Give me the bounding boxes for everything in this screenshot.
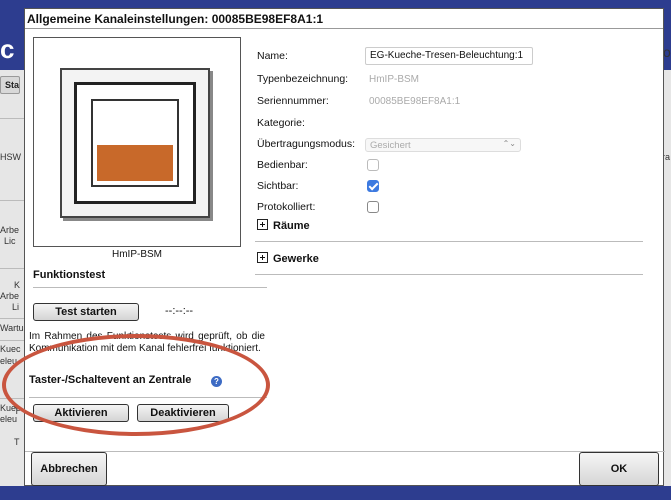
- rooms-label: Räume: [273, 220, 310, 232]
- background-text-fragment: K: [14, 280, 21, 290]
- left-panel: HmIP-BSM Funktionstest Test starten --:-…: [29, 37, 267, 437]
- type-label: Typenbezeichnung:: [257, 73, 349, 85]
- background-text-fragment: Kuec: [0, 344, 21, 354]
- operable-label: Bedienbar:: [257, 159, 308, 171]
- transmission-mode-value: Gesichert: [370, 140, 411, 151]
- device-label: HmIP-BSM: [112, 249, 162, 260]
- switch-frame: [74, 82, 196, 204]
- help-icon[interactable]: ?: [211, 376, 222, 387]
- divider: [255, 274, 643, 275]
- background-left-strip: [0, 70, 24, 500]
- background-divider: [0, 118, 24, 119]
- background-divider: [0, 398, 24, 399]
- background-text-fragment: eleu: [0, 356, 18, 366]
- background-text-fragment: Kuec: [0, 403, 21, 413]
- operable-checkbox[interactable]: [367, 159, 379, 171]
- category-label: Kategorie:: [257, 117, 305, 129]
- activate-button[interactable]: Aktivieren: [33, 404, 129, 422]
- type-value: HmIP-BSM: [369, 74, 419, 85]
- transmission-mode-label: Übertragungsmodus:: [257, 138, 356, 150]
- plus-icon: [257, 252, 268, 263]
- function-test-heading: Funktionstest: [33, 269, 106, 281]
- background-start-button-fragment[interactable]: Sta: [0, 76, 20, 94]
- background-divider: [0, 200, 24, 201]
- background-text-fragment: o: [663, 44, 671, 60]
- background-divider: [0, 318, 24, 319]
- logged-checkbox[interactable]: [367, 201, 379, 213]
- background-text-fragment: HSW: [0, 152, 21, 162]
- deactivate-button[interactable]: Deaktivieren: [137, 404, 229, 422]
- switch-rocker: [97, 145, 173, 181]
- background-footer: [0, 486, 671, 500]
- trades-expander[interactable]: Gewerke: [257, 252, 319, 265]
- background-text-fragment: Arbe: [0, 225, 20, 235]
- divider: [29, 397, 267, 398]
- rooms-expander[interactable]: Räume: [257, 219, 310, 232]
- serial-value: 00085BE98EF8A1:1: [369, 96, 461, 107]
- event-heading: Taster-/Schaltevent an Zentrale: [29, 374, 192, 386]
- logged-label: Protokolliert:: [257, 201, 316, 213]
- divider: [255, 241, 643, 242]
- visible-label: Sichtbar:: [257, 180, 299, 192]
- plus-icon: [257, 219, 268, 230]
- footer-divider: [25, 451, 665, 452]
- start-test-button[interactable]: Test starten: [33, 303, 139, 321]
- background-text-fragment: Li: [12, 302, 20, 312]
- serial-label: Seriennummer:: [257, 95, 329, 107]
- name-label: Name:: [257, 50, 288, 62]
- background-text-fragment: eleu: [0, 414, 18, 424]
- function-test-description: Im Rahmen des Funktionstests wird geprüf…: [29, 331, 265, 354]
- chevron-updown-icon: ⌃⌄: [502, 139, 516, 148]
- background-text-fragment: Arbe: [0, 291, 20, 301]
- name-input[interactable]: EG-Kueche-Tresen-Beleuchtung:1: [365, 47, 533, 65]
- background-text-fragment: Wartu: [0, 323, 24, 333]
- ok-button[interactable]: OK: [579, 452, 659, 486]
- background-text-fragment: Lic: [4, 236, 16, 246]
- background-text-fragment: T: [14, 437, 20, 447]
- switch-rocker-frame: [91, 99, 179, 187]
- trades-label: Gewerke: [273, 253, 319, 265]
- channel-settings-dialog: Allgemeine Kanaleinstellungen: 00085BE98…: [24, 8, 665, 486]
- hmip-bsm-switch-icon: [60, 68, 210, 218]
- divider: [33, 287, 267, 288]
- test-time-display: --:--:--: [165, 305, 194, 317]
- cancel-button[interactable]: Abbrechen: [31, 452, 107, 486]
- device-image: [33, 37, 241, 247]
- background-logo-fragment: c: [0, 34, 15, 64]
- transmission-mode-select[interactable]: Gesichert ⌃⌄: [365, 138, 521, 152]
- dialog-title: Allgemeine Kanaleinstellungen: 00085BE98…: [25, 9, 663, 29]
- visible-checkbox[interactable]: [367, 180, 379, 192]
- background-divider: [0, 340, 24, 341]
- background-divider: [0, 268, 24, 269]
